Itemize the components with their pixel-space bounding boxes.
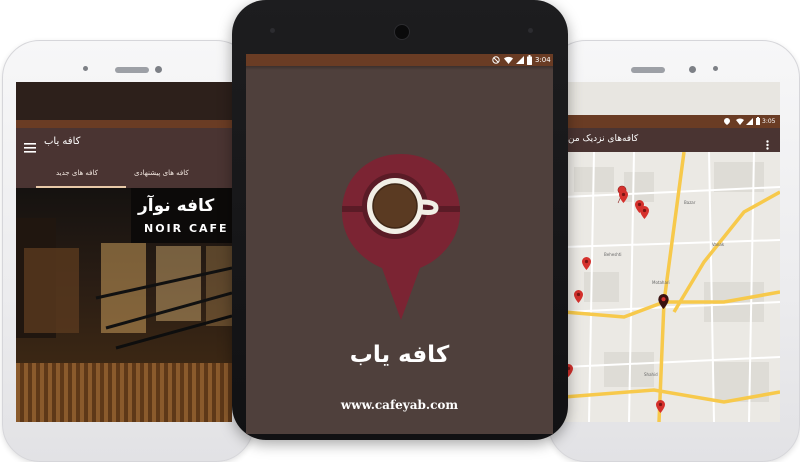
cafe-sign-latin: NOIR CAFE [144, 222, 229, 235]
battery-icon [756, 117, 760, 127]
tab-suggested-cafes[interactable]: کافه های پیشنهادی [134, 169, 189, 177]
center-status-bar: 3:04 [246, 54, 553, 66]
left-tab-bar: کافه های جدید کافه های پیشنهادی [16, 160, 232, 188]
right-phone-screen: 3:05 کافه‌های نزدیک من [564, 82, 780, 422]
left-phone-camera [155, 66, 162, 73]
mute-icon [492, 56, 500, 66]
map-pin[interactable] [656, 398, 665, 417]
left-toolbar: کافه یاب [16, 128, 232, 160]
center-phone-sensor-2 [528, 28, 533, 33]
signal-icon [746, 118, 753, 127]
cafeyab-logo-icon [338, 150, 464, 326]
wifi-icon [504, 56, 513, 66]
left-status-bar [16, 120, 232, 128]
wifi-icon [736, 118, 744, 127]
signal-icon [516, 56, 524, 66]
right-phone-camera [689, 66, 696, 73]
right-toolbar: کافه‌های نزدیک من [564, 128, 780, 152]
map-pin-selected[interactable] [658, 294, 669, 313]
left-phone-sensor [83, 66, 88, 71]
right-phone-speaker [631, 67, 665, 73]
map-label: Bazar [684, 200, 696, 205]
nearby-cafes-map[interactable]: Beheshti Shahid Motahari Bazar Vanak [564, 152, 780, 422]
center-phone-sensor [270, 28, 275, 33]
app-name: کافه یاب [349, 342, 450, 368]
right-toolbar-title: کافه‌های نزدیک من [568, 134, 639, 144]
right-status-bar: 3:05 [564, 115, 780, 128]
tab-new-cafes[interactable]: کافه های جدید [56, 169, 98, 177]
hamburger-icon[interactable] [24, 138, 36, 157]
map-label: Beheshti [604, 252, 622, 257]
right-phone-sensor [713, 66, 718, 71]
center-splash-screen: 3:04 کافه یاب www.cafeyab.com [246, 54, 553, 434]
left-phone-screen: کافه یاب کافه های جدید کافه های پیشنهادی… [16, 82, 232, 422]
center-phone-camera [394, 24, 410, 40]
website-url[interactable]: www.cafeyab.com [246, 398, 553, 412]
cafe-sign: کافه نوآر [138, 196, 215, 216]
map-label: Vanak [712, 242, 725, 247]
cafe-photo-2[interactable] [16, 363, 232, 422]
map-label: Shahid [644, 372, 658, 377]
map-pin[interactable] [582, 255, 591, 274]
status-bar-shadow [246, 66, 553, 70]
left-phone-speaker [115, 67, 149, 73]
map-pin[interactable] [640, 204, 649, 223]
cafe-photo[interactable]: کافه نوآر NOIR CAFE [16, 188, 232, 363]
center-status-time: 3:04 [535, 56, 551, 64]
map-pin[interactable] [574, 288, 583, 307]
map-label: Motahari [652, 280, 670, 285]
right-status-time: 3:05 [762, 118, 776, 125]
map-pin[interactable] [619, 188, 628, 207]
location-icon [724, 118, 730, 127]
left-toolbar-title: کافه یاب [44, 136, 81, 147]
